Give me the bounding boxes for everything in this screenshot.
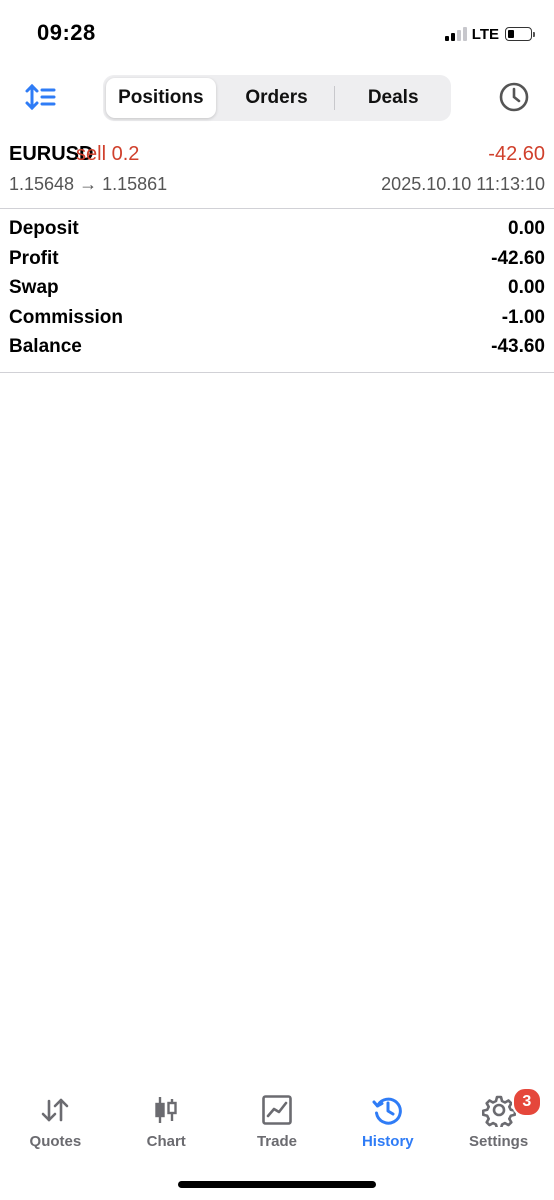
- summary-row-balance: Balance -43.60: [0, 334, 554, 364]
- history-icon: [372, 1097, 402, 1125]
- position-time: 2025.10.10 11:13:10: [381, 174, 545, 194]
- summary-label: Balance: [9, 336, 82, 357]
- summary-value: 0.00: [508, 277, 545, 298]
- home-indicator: [178, 1181, 376, 1188]
- position-prices: 1.15648 → 1.15861: [9, 174, 168, 194]
- summary-row-deposit: Deposit 0.00: [0, 216, 554, 246]
- candlestick-icon: [155, 1097, 177, 1123]
- signal-icon: [443, 27, 467, 41]
- tab-history[interactable]: History: [332, 1085, 443, 1165]
- summary-label: Profit: [9, 247, 59, 269]
- bottom-tab-bar: Quotes Chart Trade History 3 Settings: [0, 1085, 554, 1165]
- status-time: 09:28: [37, 20, 96, 45]
- summary-value: 0.00: [508, 218, 545, 239]
- tab-positions[interactable]: Positions: [106, 78, 216, 118]
- status-indicators: LTE: [443, 22, 535, 46]
- quotes-arrows-icon: [42, 1098, 69, 1122]
- battery-icon: [505, 27, 535, 41]
- summary-row-profit: Profit -42.60: [0, 246, 554, 276]
- summary-label: Swap: [9, 277, 59, 298]
- summary-row-swap: Swap 0.00: [0, 275, 554, 305]
- tab-chart[interactable]: Chart: [111, 1085, 222, 1165]
- clock-icon[interactable]: [498, 81, 530, 113]
- tab-trade[interactable]: Trade: [222, 1085, 333, 1165]
- sort-lines-icon[interactable]: [24, 82, 58, 112]
- tab-orders[interactable]: Orders: [222, 78, 332, 118]
- tab-quotes[interactable]: Quotes: [0, 1085, 111, 1165]
- segment-divider: [334, 86, 336, 110]
- network-type: LTE: [471, 25, 499, 43]
- settings-badge: 3: [511, 1087, 542, 1117]
- gear-icon: [481, 1095, 516, 1127]
- tab-settings[interactable]: 3 Settings: [443, 1085, 554, 1165]
- summary-row-commission: Commission -1.00: [0, 305, 554, 335]
- trade-chart-icon: [262, 1095, 292, 1125]
- tab-label: Quotes: [29, 1133, 82, 1150]
- tab-label: Trade: [256, 1133, 297, 1150]
- position-side: sell 0.2: [76, 143, 140, 165]
- summary-value: -43.60: [491, 336, 545, 357]
- summary-label: Commission: [9, 306, 124, 328]
- summary-label: Deposit: [9, 218, 79, 239]
- history-screen: 09:28 LTE Positions Orders Deals EURUSD …: [0, 0, 554, 1200]
- tab-deals[interactable]: Deals: [338, 78, 448, 118]
- tab-label: Settings: [468, 1133, 529, 1150]
- history-segmented-control: Positions Orders Deals: [103, 75, 451, 121]
- tab-label: Chart: [146, 1133, 186, 1150]
- tab-label: History: [361, 1133, 414, 1150]
- summary-value: -42.60: [491, 247, 545, 269]
- position-row[interactable]: EURUSD sell 0.2 -42.60 1.15648 → 1.15861…: [0, 138, 554, 209]
- position-profit: -42.60: [488, 143, 545, 165]
- summary-value: -1.00: [501, 306, 545, 328]
- summary-section: Deposit 0.00 Profit -42.60 Swap 0.00 Com…: [0, 216, 554, 373]
